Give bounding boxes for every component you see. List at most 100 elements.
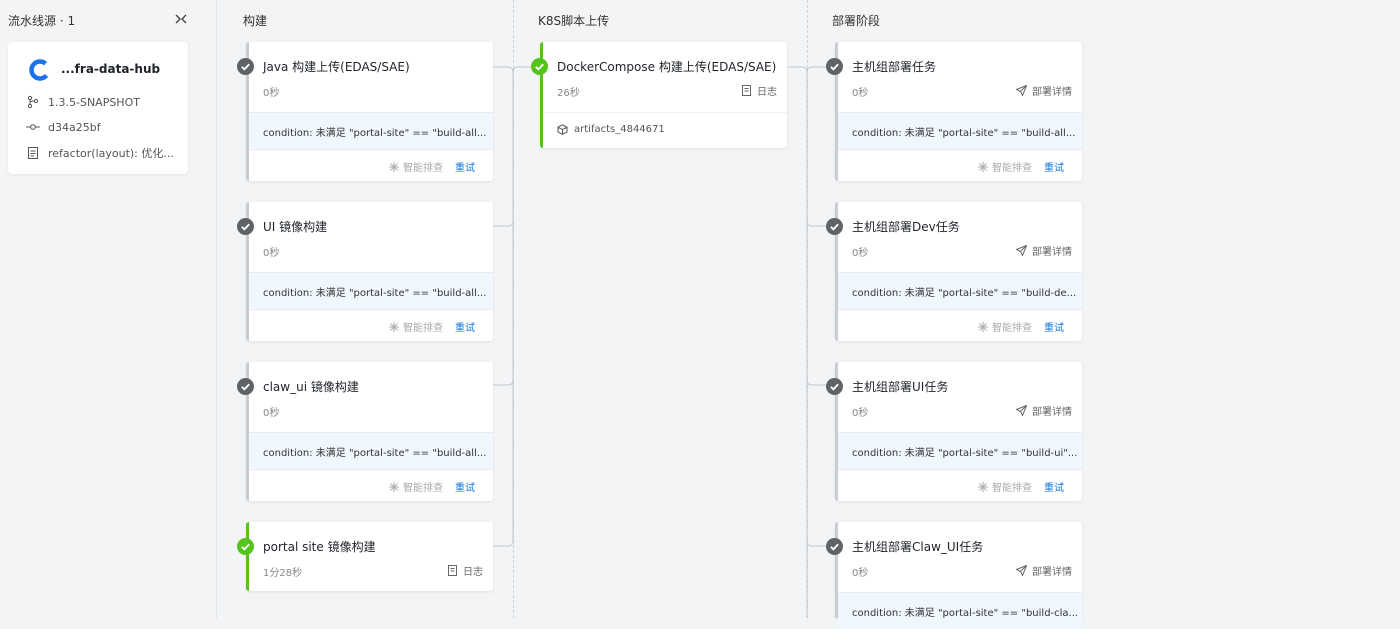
smart-diagnose-label: 智能排查 <box>992 483 1032 494</box>
smart-diagnose-label: 智能排查 <box>403 163 443 174</box>
log-label: 日志 <box>757 87 777 98</box>
stage-divider <box>513 0 514 618</box>
job-actions: 智能排查 重试 <box>977 319 1064 334</box>
sparkle-icon <box>389 481 399 492</box>
job-actions: 智能排查 重试 <box>388 319 475 334</box>
smart-diagnose-button[interactable]: 智能排查 <box>388 319 443 334</box>
sparkle-icon <box>978 321 988 332</box>
job-actions: 智能排查 重试 <box>977 159 1064 174</box>
log-link[interactable]: 日志 <box>447 563 483 578</box>
job-duration: 0秒 <box>263 248 280 259</box>
source-card[interactable]: ...fra-data-hub 1.3.5-SNAPSHOT d34a25bf … <box>8 42 188 174</box>
job-duration: 0秒 <box>852 408 869 419</box>
job-title: 主机组部署UI任务 <box>852 380 949 394</box>
commit-hash: d34a25bf <box>48 120 101 134</box>
sparkle-icon <box>389 161 399 172</box>
message-row: refactor(layout): 优化... <box>26 145 174 161</box>
skipped-status-icon <box>237 378 254 395</box>
job-duration: 0秒 <box>852 248 869 259</box>
retry-button[interactable]: 重试 <box>1044 159 1064 174</box>
smart-diagnose-button[interactable]: 智能排查 <box>388 479 443 494</box>
retry-button[interactable]: 重试 <box>455 159 475 174</box>
log-link[interactable]: 日志 <box>741 83 777 98</box>
artifact-link[interactable]: artifacts_4844671 <box>557 124 665 135</box>
job-card-portal-site-build[interactable]: portal site 镜像构建 1分28秒 日志 <box>237 522 493 591</box>
source-header: 流水线源 · 1 <box>8 14 76 28</box>
job-duration: 1分28秒 <box>263 568 303 579</box>
package-icon <box>557 124 568 135</box>
log-icon <box>448 565 457 576</box>
job-title: portal site 镜像构建 <box>263 540 376 554</box>
condition-text: condition: 未满足 "portal-site" == "build-a… <box>263 288 487 299</box>
deploy-detail-label: 部署详情 <box>1032 567 1072 578</box>
skipped-status-icon <box>826 378 843 395</box>
job-card-host-deploy-ui[interactable]: 主机组部署UI任务 0秒 部署详情 condition: 未满足 "portal… <box>826 362 1082 501</box>
log-icon <box>742 85 751 96</box>
job-card-host-deploy[interactable]: 主机组部署任务 0秒 部署详情 condition: 未满足 "portal-s… <box>826 42 1082 181</box>
job-duration: 0秒 <box>263 408 280 419</box>
skipped-status-icon <box>237 58 254 75</box>
artifact-row: artifacts_4844671 <box>543 112 787 149</box>
pipeline-source-panel: 流水线源 · 1 ...fra-data-hub 1.3.5-SNAPSHOT … <box>0 0 217 618</box>
send-icon <box>1016 245 1027 256</box>
version-row: 1.3.5-SNAPSHOT <box>26 95 140 109</box>
condition-bar: condition: 未满足 "portal-site" == "build-c… <box>838 592 1082 629</box>
condition-text: condition: 未满足 "portal-site" == "build-a… <box>263 448 487 459</box>
job-card-ui-build[interactable]: UI 镜像构建 0秒 condition: 未满足 "portal-site" … <box>237 202 493 341</box>
condition-bar: condition: 未满足 "portal-site" == "build-a… <box>249 272 493 310</box>
smart-diagnose-label: 智能排查 <box>403 483 443 494</box>
skipped-status-icon <box>237 218 254 235</box>
smart-diagnose-label: 智能排查 <box>992 323 1032 334</box>
smart-diagnose-button[interactable]: 智能排查 <box>977 159 1032 174</box>
job-card-host-deploy-claw-ui[interactable]: 主机组部署Claw_UI任务 0秒 部署详情 condition: 未满足 "p… <box>826 522 1082 629</box>
job-card-claw-ui-build[interactable]: claw_ui 镜像构建 0秒 condition: 未满足 "portal-s… <box>237 362 493 501</box>
job-title: Java 构建上传(EDAS/SAE) <box>263 60 410 74</box>
job-actions: 智能排查 重试 <box>977 479 1064 494</box>
condition-text: condition: 未满足 "portal-site" == "build-a… <box>263 128 487 139</box>
job-title: 主机组部署Dev任务 <box>852 220 960 234</box>
deploy-detail-link[interactable]: 部署详情 <box>1016 403 1072 418</box>
sparkle-icon <box>389 321 399 332</box>
smart-diagnose-button[interactable]: 智能排查 <box>388 159 443 174</box>
retry-button[interactable]: 重试 <box>455 479 475 494</box>
condition-text: condition: 未满足 "portal-site" == "build-c… <box>852 608 1079 619</box>
stage-divider <box>807 0 808 618</box>
repo-logo-icon <box>29 59 51 81</box>
retry-button[interactable]: 重试 <box>1044 319 1064 334</box>
success-status-icon <box>531 58 548 75</box>
deploy-detail-label: 部署详情 <box>1032 87 1072 98</box>
condition-bar: condition: 未满足 "portal-site" == "build-d… <box>838 272 1082 310</box>
deploy-detail-link[interactable]: 部署详情 <box>1016 243 1072 258</box>
job-title: 主机组部署Claw_UI任务 <box>852 540 984 554</box>
deploy-detail-label: 部署详情 <box>1032 247 1072 258</box>
collapse-icon[interactable] <box>172 10 190 28</box>
job-actions: 智能排查 重试 <box>388 159 475 174</box>
stage-title-build: 构建 <box>243 14 268 28</box>
deploy-detail-link[interactable]: 部署详情 <box>1016 563 1072 578</box>
job-card-dockercompose[interactable]: DockerCompose 构建上传(EDAS/SAE) 26秒 日志 arti… <box>531 42 787 149</box>
smart-diagnose-button[interactable]: 智能排查 <box>977 479 1032 494</box>
retry-button[interactable]: 重试 <box>1044 479 1064 494</box>
sparkle-icon <box>978 481 988 492</box>
job-card-java-build[interactable]: Java 构建上传(EDAS/SAE) 0秒 condition: 未满足 "p… <box>237 42 493 181</box>
send-icon <box>1016 405 1027 416</box>
job-title: 主机组部署任务 <box>852 60 937 74</box>
condition-text: condition: 未满足 "portal-site" == "build-a… <box>852 128 1076 139</box>
success-status-icon <box>237 538 254 555</box>
send-icon <box>1016 565 1027 576</box>
commit-row: d34a25bf <box>26 120 101 134</box>
deploy-detail-link[interactable]: 部署详情 <box>1016 83 1072 98</box>
version-label: 1.3.5-SNAPSHOT <box>48 95 140 109</box>
retry-button[interactable]: 重试 <box>455 319 475 334</box>
log-label: 日志 <box>463 567 483 578</box>
job-title: UI 镜像构建 <box>263 220 328 234</box>
job-card-host-deploy-dev[interactable]: 主机组部署Dev任务 0秒 部署详情 condition: 未满足 "porta… <box>826 202 1082 341</box>
job-title: claw_ui 镜像构建 <box>263 380 359 394</box>
commit-icon <box>26 124 40 130</box>
send-icon <box>1016 85 1027 96</box>
condition-bar: condition: 未满足 "portal-site" == "build-a… <box>249 432 493 470</box>
sparkle-icon <box>978 161 988 172</box>
job-duration: 0秒 <box>852 568 869 579</box>
smart-diagnose-button[interactable]: 智能排查 <box>977 319 1032 334</box>
condition-text: condition: 未满足 "portal-site" == "build-u… <box>852 448 1078 459</box>
